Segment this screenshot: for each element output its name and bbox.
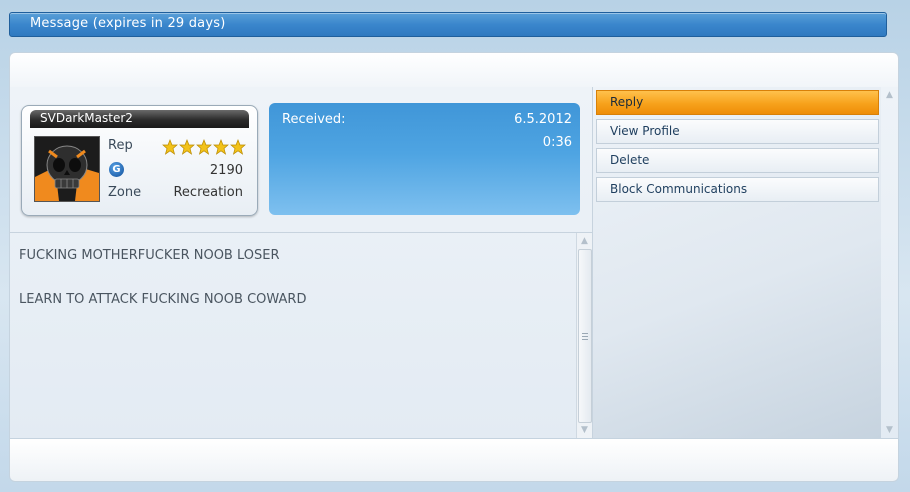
vertical-divider	[592, 87, 593, 439]
message-body: FUCKING MOTHERFUCKER NOOB LOSER LEARN TO…	[19, 245, 569, 333]
star-icon	[179, 139, 195, 155]
delete-button-label: Delete	[610, 153, 650, 167]
received-time: 0:36	[542, 135, 572, 150]
received-date: 6.5.2012	[514, 112, 572, 127]
bottom-strip	[9, 438, 899, 482]
scroll-up-icon[interactable]: ▲	[884, 90, 895, 100]
received-label: Received:	[282, 112, 346, 127]
zone-value: Recreation	[173, 185, 243, 200]
scroll-thumb[interactable]	[578, 249, 592, 423]
star-icon	[213, 139, 229, 155]
view-profile-button[interactable]: View Profile	[596, 119, 879, 144]
rep-label: Rep	[108, 138, 133, 153]
message-scrollbar[interactable]: ▲ ▼	[576, 233, 592, 438]
rep-stars	[162, 139, 246, 155]
username-bar: SVDarkMaster2	[30, 110, 249, 128]
star-icon	[230, 139, 246, 155]
sender-profile-card[interactable]: SVDarkMaster2 Rep G 2190 Zone Recreation	[21, 105, 258, 216]
scroll-down-icon[interactable]: ▼	[884, 425, 895, 435]
message-line: FUCKING MOTHERFUCKER NOOB LOSER	[19, 248, 280, 263]
reply-button-label: Reply	[610, 95, 644, 109]
horizontal-divider	[9, 232, 593, 233]
skull-avatar-icon	[34, 136, 100, 202]
block-communications-button-label: Block Communications	[610, 182, 748, 196]
window-titlebar: Message (expires in 29 days)	[9, 12, 887, 37]
zone-label: Zone	[108, 185, 142, 200]
delete-button[interactable]: Delete	[596, 148, 879, 173]
message-line: LEARN TO ATTACK FUCKING NOOB COWARD	[19, 292, 307, 307]
star-icon	[162, 139, 178, 155]
top-toolbar-strip	[9, 52, 899, 88]
block-communications-button[interactable]: Block Communications	[596, 177, 879, 202]
message-window: Message (expires in 29 days) SVDarkMaste…	[0, 0, 910, 492]
rank-value: 2190	[209, 163, 243, 178]
g-badge-icon: G	[109, 162, 124, 177]
window-title: Message (expires in 29 days)	[30, 16, 226, 31]
star-icon	[196, 139, 212, 155]
scroll-down-icon[interactable]: ▼	[579, 425, 590, 435]
scroll-up-icon[interactable]: ▲	[579, 236, 590, 246]
sender-username: SVDarkMaster2	[40, 111, 133, 125]
received-panel: Received: 6.5.2012 0:36	[269, 103, 580, 215]
reply-button[interactable]: Reply	[596, 90, 879, 115]
actions-scrollbar[interactable]: ▲ ▼	[882, 87, 897, 438]
view-profile-button-label: View Profile	[610, 124, 680, 138]
